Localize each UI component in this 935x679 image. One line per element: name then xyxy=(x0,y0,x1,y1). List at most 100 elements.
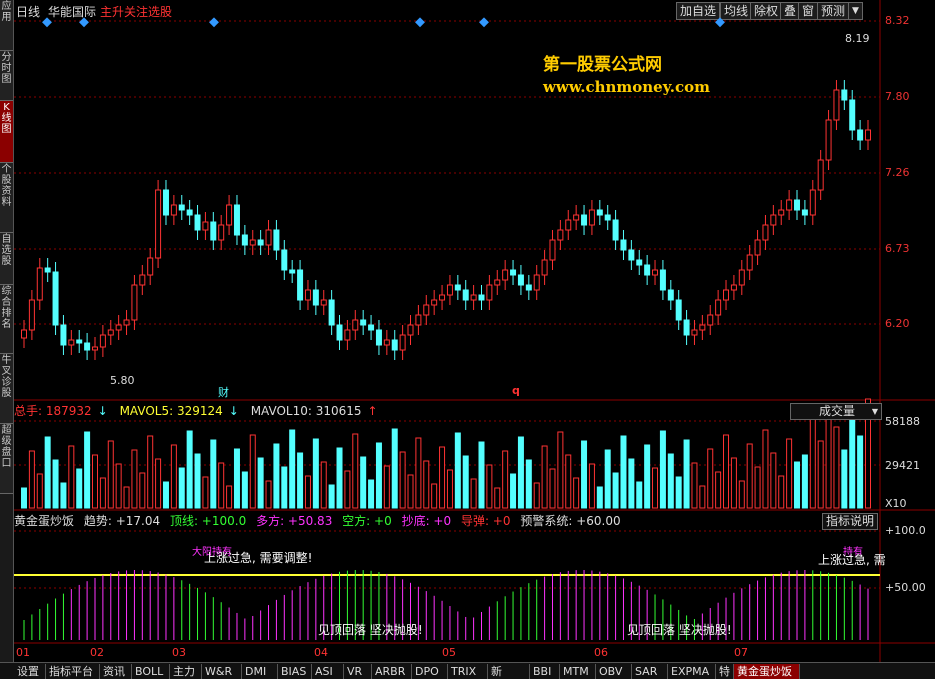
low-price-label: 5.80 xyxy=(110,374,135,387)
candle-body xyxy=(809,189,816,216)
bottom-tab[interactable]: VR xyxy=(344,664,372,679)
bottom-tab[interactable]: ASI xyxy=(312,664,344,679)
bottom-tab[interactable]: 黄金蛋炒饭 xyxy=(734,664,800,679)
volume-bar xyxy=(352,433,359,509)
volume-bar xyxy=(636,481,643,509)
candle-body xyxy=(817,159,824,191)
volume-bar xyxy=(162,481,169,509)
candle-body xyxy=(581,214,588,226)
bottom-tab[interactable]: BOLL xyxy=(132,664,170,679)
bottom-tab[interactable]: ARBR xyxy=(372,664,412,679)
bull-value: 多方: +50.83 xyxy=(256,514,333,528)
candle-body xyxy=(470,294,477,301)
candle-body xyxy=(730,284,737,291)
bottom-tab[interactable]: W&R xyxy=(202,664,242,679)
indicator-selector[interactable]: 成交量 ▼ xyxy=(790,403,882,420)
volume-bar xyxy=(746,443,753,509)
candle-body xyxy=(738,269,745,286)
volume-bar xyxy=(628,458,635,509)
bottom-tab[interactable]: 新DMA xyxy=(488,664,530,679)
bottom-tab[interactable]: DMI xyxy=(242,664,278,679)
signal-diamond-icon xyxy=(715,17,725,28)
event-marker[interactable]: q xyxy=(512,384,520,397)
watermark-title: 第一股票公式网 xyxy=(543,55,662,75)
finance-marker[interactable]: 财 xyxy=(218,384,229,400)
volume-bar xyxy=(147,435,154,509)
candle-body xyxy=(226,204,233,226)
candle-body xyxy=(841,89,848,101)
candle-body xyxy=(360,319,367,326)
bottom-tab[interactable]: 指标平台 xyxy=(46,664,100,679)
volume-bar xyxy=(588,463,595,509)
volume-bar xyxy=(21,487,27,509)
watermark-url: www.chnmoney.com xyxy=(543,78,710,96)
candle-body xyxy=(328,299,335,326)
kline-chart-canvas[interactable] xyxy=(0,0,935,679)
candle-body xyxy=(91,346,98,351)
volume-bar xyxy=(226,485,233,509)
overheat-note: 上涨过急, 需要调整! xyxy=(204,551,313,565)
volume-bar xyxy=(439,446,446,509)
volume-bar xyxy=(817,440,824,509)
volume-bar xyxy=(494,487,501,509)
volume-bar xyxy=(794,461,801,509)
bottom-tab[interactable]: 主力 xyxy=(170,664,202,679)
candle-body xyxy=(415,314,422,326)
mavol10: MAVOL10: 310615 xyxy=(250,404,362,418)
candle-body xyxy=(218,224,225,241)
candle-body xyxy=(604,214,611,221)
candle-body xyxy=(510,269,517,276)
volume-bar xyxy=(454,432,461,509)
indicator-header: 黄金蛋炒饭 趋势: +17.04 顶线: +100.0 多方: +50.83 空… xyxy=(14,513,880,530)
x-axis-label: 01 xyxy=(16,646,30,659)
candle-body xyxy=(273,229,280,251)
volume-bar xyxy=(659,430,666,509)
volume-bar xyxy=(565,454,572,509)
candle-body xyxy=(383,339,390,346)
candle-body xyxy=(849,99,856,131)
bottom-tab[interactable]: SAR xyxy=(632,664,668,679)
volume-bar xyxy=(155,458,162,509)
bottom-tab[interactable]: EXPMA xyxy=(668,664,716,679)
volume-bar xyxy=(194,453,201,509)
candle-body xyxy=(446,284,453,296)
bottom-tab[interactable]: 资讯 xyxy=(100,664,132,679)
bottom-tab[interactable]: BIAS xyxy=(278,664,312,679)
candle-body xyxy=(84,342,91,351)
bottom-tab[interactable]: BBI xyxy=(530,664,560,679)
arrow-up-icon: ↑ xyxy=(367,404,378,418)
candle-body xyxy=(786,199,793,211)
bottom-tab[interactable]: 特 xyxy=(716,664,734,679)
indicator-help-button[interactable]: 指标说明 xyxy=(822,513,879,530)
candle-body xyxy=(368,324,375,331)
candle-body xyxy=(423,304,430,316)
signal-diamond-icon xyxy=(209,17,219,28)
x-axis-label: 02 xyxy=(90,646,104,659)
signal-diamond-icon xyxy=(42,17,52,28)
volume-bar xyxy=(675,476,682,509)
volume-unit: X10 xyxy=(885,497,907,510)
volume-bar xyxy=(336,447,343,509)
bottom-tab[interactable]: TRIX xyxy=(448,664,488,679)
volume-bar xyxy=(549,468,556,509)
volume-bar xyxy=(849,412,856,509)
candle-body xyxy=(636,259,643,266)
volume-bar xyxy=(809,417,816,509)
candle-body xyxy=(123,319,130,326)
bottom-tab[interactable]: 设置 xyxy=(14,664,46,679)
candle-body xyxy=(494,279,501,286)
volume-bar xyxy=(778,475,785,509)
candle-body xyxy=(620,239,627,251)
volume-bar xyxy=(76,468,83,509)
candle-body xyxy=(399,334,406,351)
volume-bar xyxy=(328,484,335,509)
arrow-down-icon: ↓ xyxy=(228,404,239,418)
bottom-tab[interactable]: DPO xyxy=(412,664,448,679)
bottom-tab[interactable]: MTM xyxy=(560,664,596,679)
candle-body xyxy=(115,324,122,331)
candle-body xyxy=(147,257,154,276)
price-tick: 6.73 xyxy=(885,242,910,255)
volume-bar xyxy=(517,436,524,509)
bottom-tab[interactable]: OBV xyxy=(596,664,632,679)
volume-bar xyxy=(289,429,296,509)
